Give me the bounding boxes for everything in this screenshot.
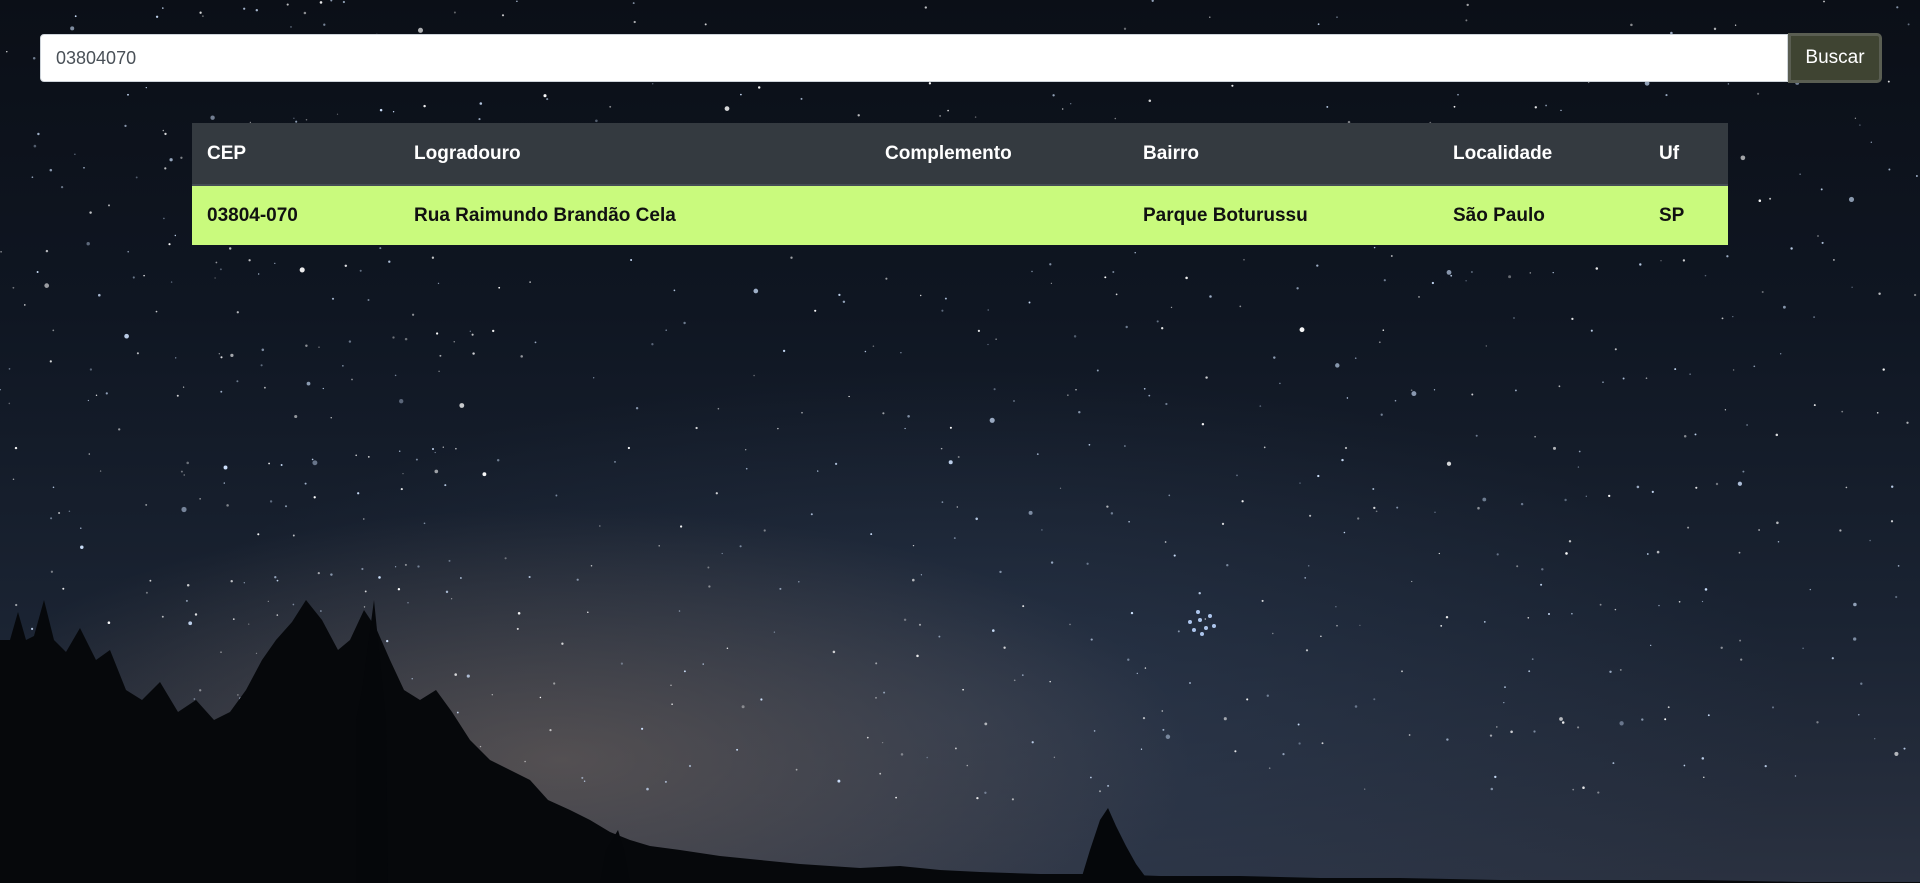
cell-logradouro: Rua Raimundo Brandão Cela [414, 204, 676, 226]
table-header-row: CEP Logradouro Complemento Bairro Locali… [192, 123, 1728, 186]
column-header-bairro: Bairro [1128, 123, 1438, 186]
cell-bairro: Parque Boturussu [1143, 204, 1308, 226]
table-row: 03804-070 Rua Raimundo Brandão Cela Parq… [192, 185, 1728, 245]
search-bar: Buscar [40, 33, 1882, 83]
column-header-logradouro: Logradouro [399, 123, 870, 186]
column-header-complemento: Complemento [870, 123, 1128, 186]
cep-search-input[interactable] [40, 34, 1788, 82]
column-header-uf: Uf [1644, 123, 1728, 186]
cell-complemento [870, 185, 1128, 245]
search-button[interactable]: Buscar [1788, 33, 1882, 83]
cell-uf: SP [1659, 204, 1685, 226]
cell-localidade: São Paulo [1453, 204, 1545, 226]
cell-cep: 03804-070 [207, 204, 298, 226]
address-results-table: CEP Logradouro Complemento Bairro Locali… [192, 123, 1728, 245]
column-header-localidade: Localidade [1438, 123, 1644, 186]
column-header-cep: CEP [192, 123, 399, 186]
